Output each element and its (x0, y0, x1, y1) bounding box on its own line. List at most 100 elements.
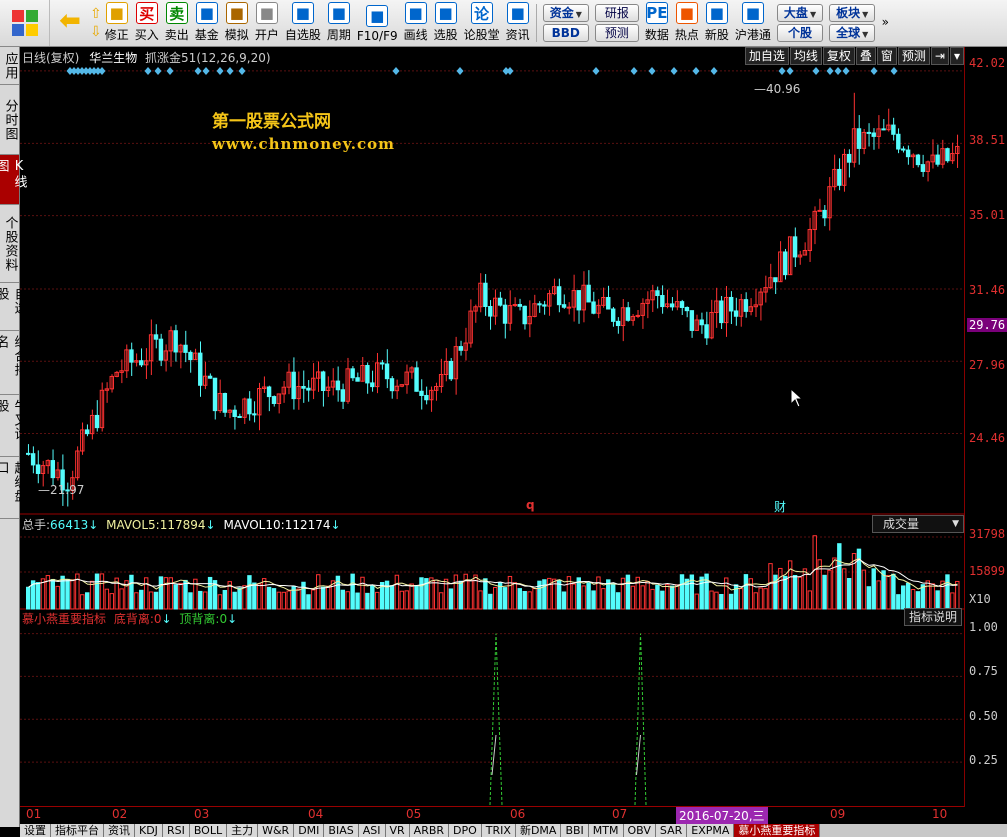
lock-button[interactable]: ■ 开户 (252, 0, 282, 46)
chart-button-5[interactable]: 窗 (876, 47, 897, 65)
indicator-tab[interactable]: OBV (623, 824, 656, 837)
volume-bar (276, 591, 282, 610)
indicator-tab[interactable]: ASI (358, 824, 386, 837)
indicator-tab[interactable]: 新DMA (515, 824, 562, 837)
volume-bar (493, 586, 498, 610)
indicator-tab[interactable]: KDJ (135, 824, 163, 837)
indicator-tab[interactable]: RSI (162, 824, 190, 837)
side-tab-3[interactable]: K线图 (0, 155, 27, 205)
toolbar-button-label: 周期 (326, 28, 351, 42)
indicator-tab[interactable]: 慕小燕重要指标 (734, 824, 821, 837)
volume-indicator-select[interactable]: 成交量 ▼ (872, 515, 964, 533)
side-tab-7[interactable]: 牛叉诊股 (0, 395, 27, 457)
volume-bar (571, 583, 577, 610)
back-button[interactable]: ⬅ (50, 0, 90, 46)
fund-button[interactable]: ■ 基金 (192, 0, 222, 46)
indicator-tab[interactable]: DPO (449, 824, 482, 837)
hk-button[interactable]: ■ 沪港通 (732, 0, 774, 46)
indicator-tab[interactable]: 资讯 (104, 824, 135, 837)
discuss-button[interactable]: 论论股堂 (461, 0, 503, 46)
candle-body (271, 396, 277, 404)
hot-button[interactable]: ■ 热点 (672, 0, 702, 46)
indicator-tab[interactable]: BOLL (189, 824, 228, 837)
indicator-name: 抓涨金51(12,26,9,20) (145, 51, 271, 65)
buy-button[interactable]: 买买入 (132, 0, 162, 46)
indicator-tab[interactable]: MTM (588, 824, 624, 837)
volume-bar (586, 582, 591, 610)
side-tab-8[interactable]: 超级盘口 (0, 457, 27, 519)
sell-button[interactable]: 卖卖出 (162, 0, 192, 46)
forecast-button[interactable]: 预测 (594, 24, 639, 42)
star-button[interactable]: ■ 自选股 (282, 0, 324, 46)
chart-button-1[interactable]: 加自选 (744, 47, 789, 65)
indicator-tab[interactable]: EXPMA (687, 824, 735, 837)
indicator-tab[interactable]: DMI (294, 824, 325, 837)
fund-button[interactable]: 资金 ▼ (542, 4, 589, 22)
signal-diamond-icon (456, 67, 464, 75)
refresh-button[interactable]: ■ 修正 (102, 0, 132, 46)
indicator-tab[interactable]: SAR (655, 824, 688, 837)
newstock-button[interactable]: ■ 新股 (702, 0, 732, 46)
side-tab-5[interactable]: 自选股 (0, 283, 27, 331)
volume-bar (581, 585, 586, 610)
candle-body (669, 303, 675, 308)
indicator-tab[interactable]: 设置 (20, 824, 51, 837)
indicator-help-button[interactable]: 指标说明 (903, 608, 962, 626)
up-down-group: ⇧ ⇩ (90, 0, 102, 46)
volume-bar (198, 590, 203, 610)
indicator-tab[interactable]: ARBR (409, 824, 450, 837)
side-tab-2[interactable]: 分时图 (0, 85, 19, 155)
indicator-tab[interactable]: BBI (561, 824, 589, 837)
arrow-up-icon[interactable]: ⇧ (90, 6, 102, 22)
side-tab-1[interactable]: 应用 (0, 47, 19, 85)
pin-icon[interactable]: ⇥ (930, 47, 949, 65)
signal-diamond-icon (216, 67, 224, 75)
side-tab-6[interactable]: 综合排名 (0, 331, 27, 395)
indicator-tab[interactable]: W&R (258, 824, 295, 837)
research-button[interactable]: 研报 (594, 4, 639, 22)
market-button[interactable]: 大盘 ▼ (776, 4, 824, 22)
hammer-button[interactable]: ■ 模拟 (222, 0, 252, 46)
side-tab-4[interactable]: 个股资料 (0, 205, 19, 283)
news-button[interactable]: ■ 资讯 (503, 0, 533, 46)
price-y-tick: 31.46 (969, 283, 1006, 297)
volume-bar (365, 592, 370, 610)
indicator-tab[interactable]: 指标平台 (51, 824, 104, 837)
candle-body (183, 344, 188, 353)
indicator-tab[interactable]: 主力 (227, 824, 259, 837)
clock-button[interactable]: ■ 周期 (324, 0, 354, 46)
indicator-tab[interactable]: TRIX (481, 824, 516, 837)
candle-body (232, 409, 237, 418)
candle-body (817, 209, 822, 212)
research-group: 研报 预测 (592, 0, 642, 46)
volume-bar (148, 591, 154, 610)
menu-icon[interactable]: ▾ (949, 47, 964, 65)
candle-body (905, 149, 911, 158)
sector-button[interactable]: 板块 ▼ (829, 4, 876, 22)
pen-button[interactable]: ■ 画线 (401, 0, 431, 46)
chart-button-6[interactable]: 预测 (897, 47, 930, 65)
single-stock-button[interactable]: 个股 (776, 24, 824, 42)
indicator-tab[interactable]: VR (385, 824, 410, 837)
monitor-button[interactable]: ■ 选股 (431, 0, 461, 46)
arrow-down-icon[interactable]: ⇩ (90, 24, 102, 40)
toolbar-button-label: 数据 (644, 28, 669, 42)
bbd-button[interactable]: BBD (542, 24, 589, 42)
app-logo[interactable] (0, 0, 50, 46)
chart-area[interactable]: 日线(复权) 华兰生物 抓涨金51(12,26,9,20) 加自选 均线 复权叠窗预… (20, 47, 964, 807)
chart-button-4[interactable]: 叠 (855, 47, 876, 65)
candle-body (384, 363, 390, 380)
volume-bar (679, 574, 685, 610)
chart-button-3[interactable]: 复权 (822, 47, 855, 65)
indicator-tab[interactable]: BIAS (324, 824, 359, 837)
volume-bar (320, 586, 326, 610)
global-button[interactable]: 全球 ▼ (829, 24, 876, 42)
f10-button[interactable]: ■ F10/F9 (354, 0, 401, 46)
toolbar-more-button[interactable]: » (878, 0, 892, 46)
volume-bar (871, 568, 876, 610)
pe-button[interactable]: PE 数据 (642, 0, 672, 46)
chart-button-2[interactable]: 均线 (789, 47, 822, 65)
volume-bar (340, 589, 346, 610)
candle-body (419, 390, 424, 396)
candle-body (222, 393, 228, 413)
